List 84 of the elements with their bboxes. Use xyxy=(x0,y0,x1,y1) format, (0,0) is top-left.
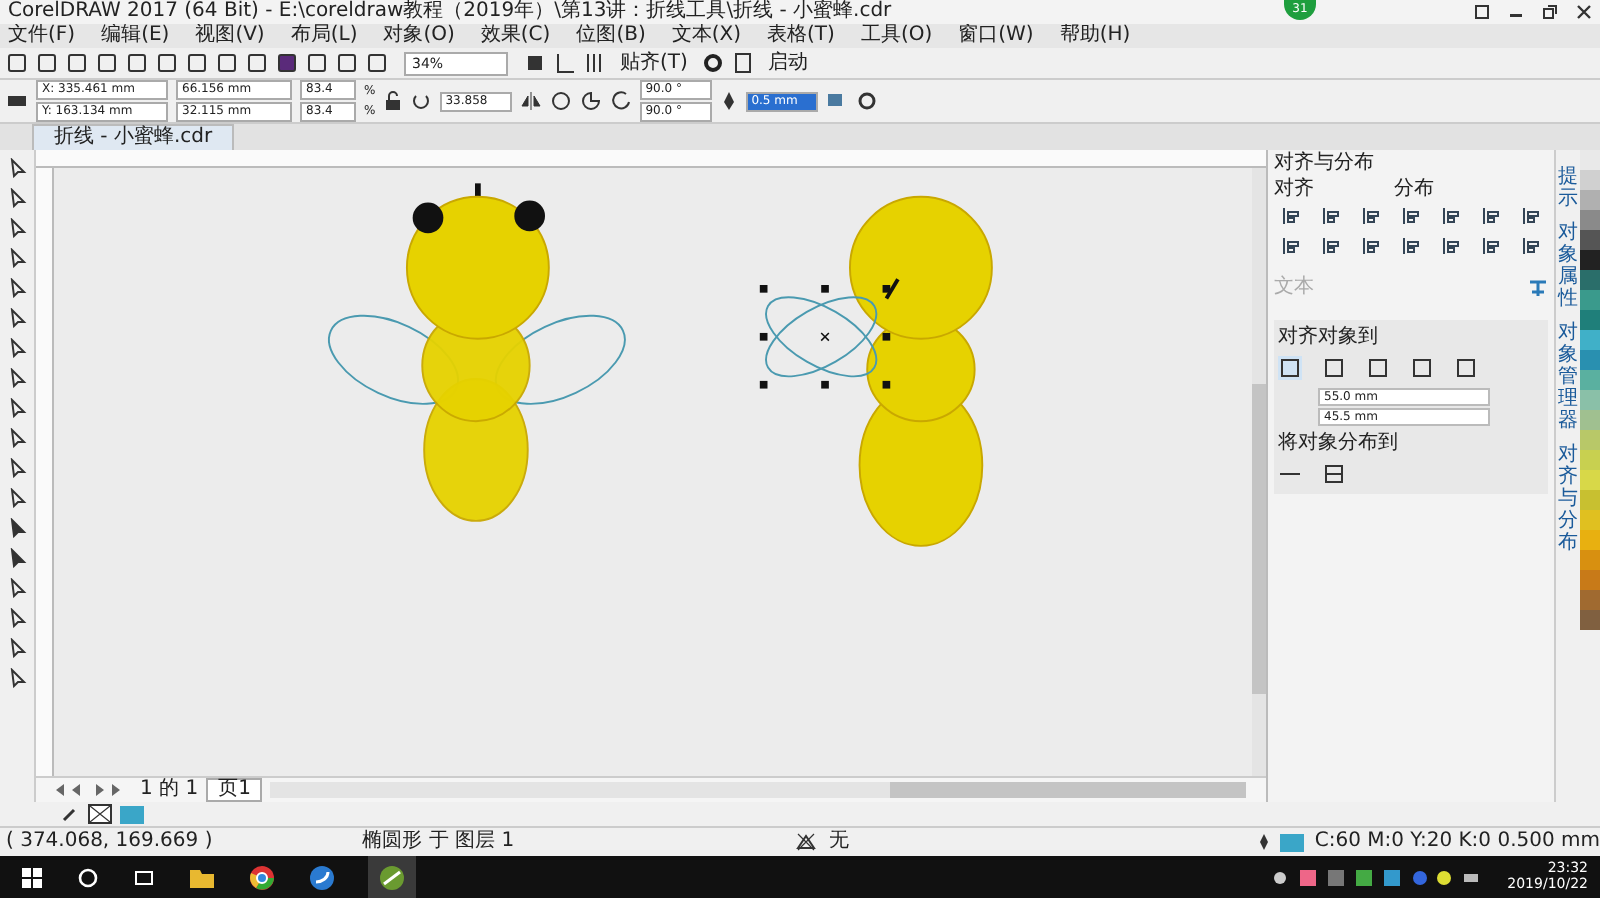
page-tab[interactable]: 页1 xyxy=(206,778,263,802)
horizontal-scrollbar[interactable] xyxy=(270,782,1246,798)
text-align-icon[interactable] xyxy=(1528,278,1548,298)
close-icon[interactable] xyxy=(1576,4,1592,20)
align-target-icon[interactable] xyxy=(1278,356,1302,380)
object-icon xyxy=(6,90,28,112)
align-target-icon[interactable] xyxy=(1410,356,1434,380)
menu-item[interactable]: 表格(T) xyxy=(767,26,835,46)
app-logo-icon[interactable] xyxy=(378,863,406,891)
grid-icon[interactable] xyxy=(584,52,606,74)
ellipse-mode-icon[interactable] xyxy=(549,90,572,112)
distribute-icon[interactable] xyxy=(1521,236,1541,256)
outline-info: C:60 M:0 Y:20 K:0 0.500 mm xyxy=(1314,832,1600,852)
menu-item[interactable]: 视图(V) xyxy=(195,26,265,46)
ruler-icon[interactable] xyxy=(554,52,576,74)
window-icon[interactable] xyxy=(1474,4,1490,20)
distribute-icon[interactable] xyxy=(1441,236,1461,256)
pie-icon[interactable] xyxy=(579,90,602,112)
align-icon[interactable] xyxy=(1321,236,1341,256)
distribute-icon[interactable] xyxy=(1481,206,1501,226)
color-palette-drawing[interactable] xyxy=(1580,150,1600,630)
align-target-icon[interactable] xyxy=(1322,356,1346,380)
no-color-swatch[interactable] xyxy=(88,804,112,824)
menu-item[interactable]: 帮助(H) xyxy=(1059,26,1131,46)
menu-item[interactable]: 编辑(E) xyxy=(101,26,170,46)
search-icon[interactable] xyxy=(76,865,100,889)
distribute-target-icon[interactable] xyxy=(1322,462,1346,486)
mirror-icon[interactable] xyxy=(519,90,542,112)
launch-dropdown[interactable]: 启动 xyxy=(761,53,814,73)
menu-item[interactable]: 对象(O) xyxy=(383,26,455,46)
page-counter: 1 的 1 xyxy=(140,780,199,800)
restore-icon[interactable] xyxy=(1542,4,1558,20)
align-icon[interactable] xyxy=(1361,236,1381,256)
menu-item[interactable]: 文本(X) xyxy=(671,26,742,46)
cursor-position: ( 374.068, 169.669 ) xyxy=(6,832,213,852)
lock-icon[interactable] xyxy=(383,90,402,112)
app-icon[interactable] xyxy=(308,863,336,891)
vertical-scrollbar[interactable] xyxy=(1252,168,1266,776)
pen-nib-icon xyxy=(1258,832,1271,852)
side-tab[interactable]: 对象属性 xyxy=(1558,222,1578,310)
side-tab[interactable]: 对齐与分布 xyxy=(1558,444,1578,554)
docker-title: 对齐与分布 xyxy=(1274,154,1376,174)
align-icon[interactable] xyxy=(1281,206,1301,226)
windows-start-icon[interactable] xyxy=(20,865,44,889)
document-tab[interactable]: 折线 - 小蜜蜂.cdr xyxy=(32,124,235,150)
corel-icon[interactable] xyxy=(276,52,298,74)
taskbar-button[interactable] xyxy=(368,856,416,898)
folder-icon[interactable] xyxy=(188,865,216,889)
full-screen-icon[interactable] xyxy=(524,52,546,74)
object-info: 椭圆形 于 图层 1 xyxy=(362,832,515,852)
task-view-icon[interactable] xyxy=(132,865,156,889)
menu-item[interactable]: 布局(L) xyxy=(290,26,358,46)
align-icon[interactable] xyxy=(1321,206,1341,226)
distribute-icon[interactable] xyxy=(1401,236,1421,256)
document-icon[interactable] xyxy=(731,52,754,74)
align-label: 对齐 xyxy=(1274,180,1314,200)
pointer-icon[interactable] xyxy=(7,158,27,178)
distribute-to-label: 将对象分布到 xyxy=(1278,434,1400,454)
selection-handles[interactable] xyxy=(759,285,891,389)
rotate-icon xyxy=(409,90,432,112)
align-icon[interactable] xyxy=(1281,236,1301,256)
distribute-icon[interactable] xyxy=(1521,206,1541,226)
fill-label: 无 xyxy=(828,832,849,852)
arc-icon[interactable] xyxy=(609,90,632,112)
align-target-icon[interactable] xyxy=(1366,356,1390,380)
menu-item[interactable]: 窗口(W) xyxy=(958,26,1034,46)
menu-item[interactable]: 工具(O) xyxy=(860,26,933,46)
snap-dropdown[interactable]: 贴齐(T) xyxy=(614,53,694,73)
align-to-label: 对齐对象到 xyxy=(1278,328,1380,348)
pen-nib-icon xyxy=(719,90,738,112)
align-icon[interactable] xyxy=(1361,206,1381,226)
menu-item[interactable]: 效果(C) xyxy=(480,26,551,46)
browser-icon[interactable] xyxy=(248,863,276,891)
menu-item[interactable]: 文件(F) xyxy=(8,26,76,46)
distribute-icon[interactable] xyxy=(1481,236,1501,256)
color-swatch[interactable] xyxy=(120,805,144,823)
distribute-icon[interactable] xyxy=(1401,206,1421,226)
distribute-label: 分布 xyxy=(1394,180,1434,200)
side-tab[interactable]: 提示 xyxy=(1558,166,1578,210)
align-target-icon[interactable] xyxy=(1454,356,1478,380)
side-tab[interactable]: 对象管理器 xyxy=(1558,322,1578,432)
distribute-icon[interactable] xyxy=(1441,206,1461,226)
text-label: 文本 xyxy=(1274,278,1314,298)
menu-item[interactable]: 位图(B) xyxy=(576,26,646,46)
